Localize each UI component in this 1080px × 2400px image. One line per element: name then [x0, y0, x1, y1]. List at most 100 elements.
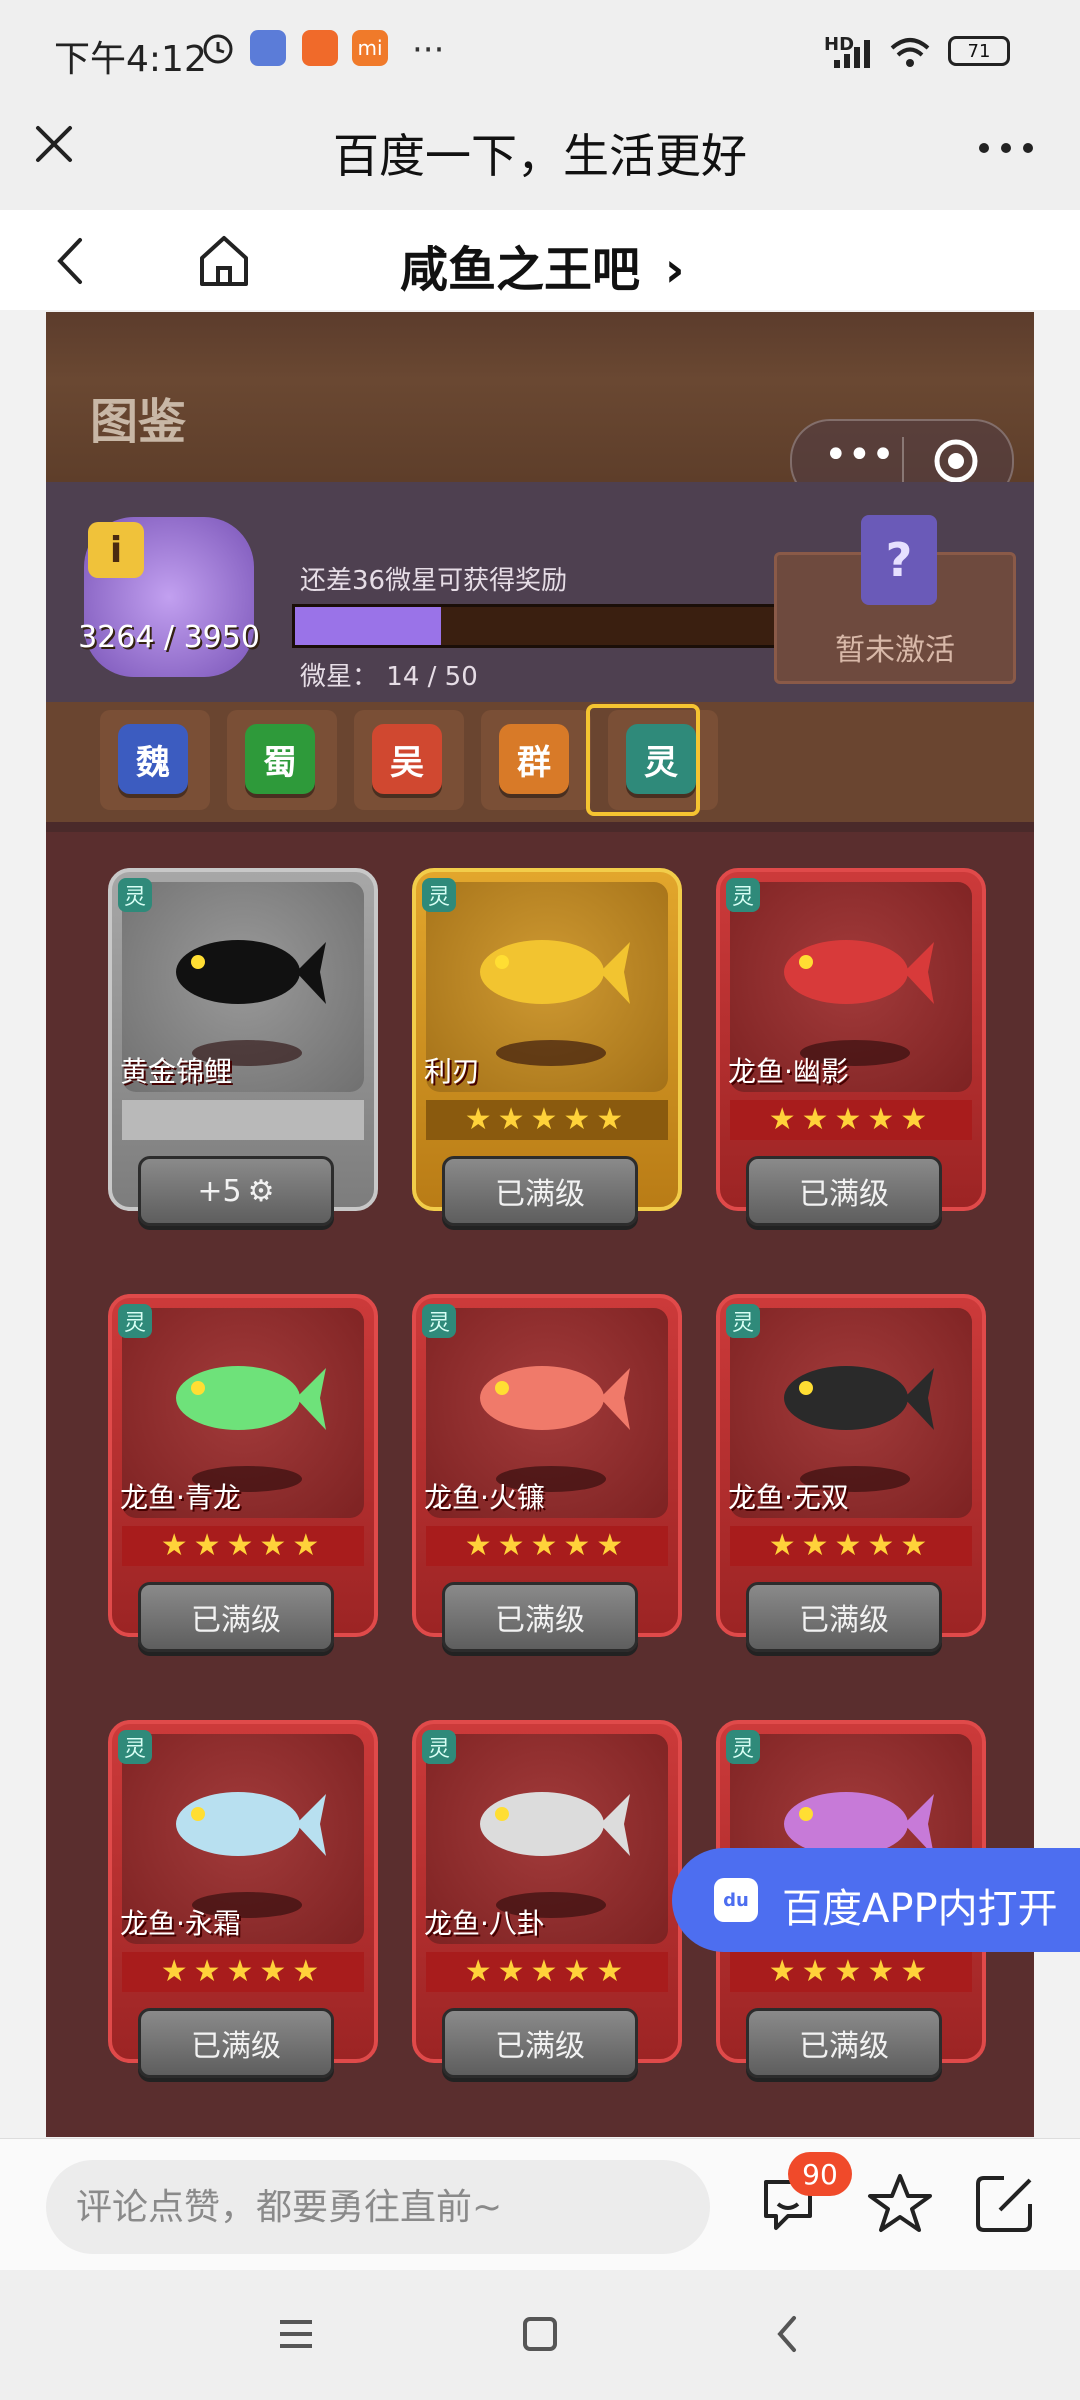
spirit-badge: 灵 [422, 878, 456, 912]
card-action-button[interactable]: 已满级 [442, 1582, 638, 1652]
fish-icon [176, 1366, 326, 1430]
home-icon[interactable] [196, 232, 252, 288]
faction-tab[interactable]: 魏 [100, 710, 210, 810]
spirit-badge: 灵 [422, 1730, 456, 1764]
card-action-label: 已满级 [495, 1603, 585, 1638]
fish-card[interactable]: 灵龙鱼·八卦 ★★★★★ 已满级 [412, 1720, 682, 2078]
faction-tab[interactable]: 吴 [354, 710, 464, 810]
nav-back-icon[interactable] [772, 2312, 802, 2356]
fish-icon [176, 940, 326, 1004]
fish-name: 黄金锦鲤 [120, 1055, 233, 1088]
card-action-button[interactable]: 已满级 [746, 1156, 942, 1226]
battery-icon: 71 [948, 36, 1010, 66]
menu-icon[interactable] [276, 2316, 316, 2352]
share-icon[interactable] [970, 2170, 1038, 2238]
star-band: ★★★★★ [426, 1526, 668, 1566]
more-icon[interactable] [976, 138, 1036, 158]
favorite-icon[interactable] [866, 2170, 934, 2238]
card-action-button[interactable]: 已满级 [138, 1582, 334, 1652]
star-band: ★★★★★ [730, 1100, 972, 1140]
card-action-button[interactable]: 已满级 [442, 2008, 638, 2078]
fish-name: 龙鱼·青龙 [120, 1481, 241, 1514]
star-band: ★★★★★ [730, 1952, 972, 1992]
faction-tab[interactable]: 群 [481, 710, 591, 810]
card-action-label: 已满级 [799, 2029, 889, 2064]
star-rating: ★★★★★ [464, 1102, 630, 1137]
card-action-label: 已满级 [191, 2029, 281, 2064]
spirit-badge: 灵 [118, 1304, 152, 1338]
faction-tab-label: 魏 [118, 724, 188, 794]
star-rating: ★★★★★ [160, 1528, 326, 1563]
card-action-button[interactable]: 已满级 [442, 1156, 638, 1226]
star-rating: ★★★★★ [160, 1954, 326, 1989]
reward-progress-fill [295, 607, 441, 645]
star-band: ★★★★★ [122, 1526, 364, 1566]
fish-card[interactable]: 灵龙鱼·青龙 ★★★★★ 已满级 [108, 1294, 378, 1652]
star-rating: ★★★★★ [768, 1528, 934, 1563]
reward-hint: 还差36微星可获得奖励 [300, 566, 568, 596]
fish-card[interactable]: 灵龙鱼·永霜 ★★★★★ 已满级 [108, 1720, 378, 2078]
fish-icon [784, 940, 934, 1004]
baidu-logo-label: du [723, 1889, 749, 1911]
star-rating: ★★★★★ [464, 1528, 630, 1563]
forum-title-text: 咸鱼之王吧 [400, 242, 641, 298]
star-band [122, 1100, 364, 1140]
baidu-logo-icon: du [714, 1878, 758, 1922]
faction-tab-label: 吴 [372, 724, 442, 794]
info-icon-label: i [109, 529, 123, 571]
fish-icon [480, 1366, 630, 1430]
battery-level: 71 [967, 40, 991, 62]
capsule-divider [902, 437, 904, 485]
mi-notify-icon: mi [352, 30, 388, 66]
card-action-button[interactable]: 已满级 [746, 2008, 942, 2078]
back-icon[interactable] [52, 236, 88, 286]
spirit-badge: 灵 [726, 1304, 760, 1338]
star-rating: ★★★★★ [464, 1954, 630, 1989]
fish-icon [784, 1366, 934, 1430]
stars-value: 14 / 50 [386, 662, 478, 692]
stars-row: 微星： 14 / 50 [300, 656, 478, 693]
fish-card[interactable]: 灵龙鱼·无双 ★★★★★ 已满级 [716, 1294, 986, 1652]
forum-title[interactable]: 咸鱼之王吧 › [400, 230, 685, 300]
fish-card[interactable]: 灵龙鱼·火镰 ★★★★★ 已满级 [412, 1294, 682, 1652]
capsule-close-icon[interactable] [932, 437, 980, 485]
faction-tab[interactable]: 蜀 [227, 710, 337, 810]
browser-title: 百度一下，生活更好 [333, 129, 747, 183]
card-action-label: 已满级 [799, 1177, 889, 1212]
star-rating: ★★★★★ [768, 1102, 934, 1137]
info-icon[interactable]: i [88, 522, 144, 578]
reward-progress [292, 604, 818, 648]
fish-icon [480, 1792, 630, 1856]
card-action-label: 已满级 [495, 1177, 585, 1212]
star-band: ★★★★★ [426, 1952, 668, 1992]
comment-input[interactable] [46, 2160, 710, 2254]
capsule-more-icon[interactable]: ••• [824, 435, 895, 475]
star-band: ★★★★★ [426, 1100, 668, 1140]
fish-name: 龙鱼·火镰 [424, 1481, 545, 1514]
reward-chest-panel[interactable]: ? 暂未激活 [774, 515, 1016, 684]
mystery-box-icon: ? [861, 515, 937, 605]
app-notify-icon-2 [302, 30, 338, 66]
card-action-label: +5 [197, 1173, 242, 1209]
card-action-button[interactable]: 已满级 [138, 2008, 334, 2078]
card-action-button[interactable]: +5 ⚙ [138, 1156, 334, 1226]
wifi-icon [890, 38, 930, 67]
spirit-badge: 灵 [422, 1304, 456, 1338]
fish-name: 利刃 [424, 1055, 481, 1088]
fish-card[interactable]: 灵龙鱼·幽影 ★★★★★ 已满级 [716, 868, 986, 1226]
faction-tab-label: 蜀 [245, 724, 315, 794]
spirit-badge: 灵 [118, 878, 152, 912]
fish-name: 龙鱼·永霜 [120, 1907, 241, 1940]
open-in-app-button[interactable]: du 百度APP内打开 [672, 1848, 1080, 1952]
card-action-label: 已满级 [191, 1603, 281, 1638]
collection-score: 3264 / 3950 [78, 620, 260, 655]
chevron-right-icon: › [664, 242, 685, 298]
fish-icon [176, 1792, 326, 1856]
status-time: 下午4:12 [54, 39, 207, 80]
fish-card[interactable]: 灵黄金锦鲤 +5 ⚙ [108, 868, 378, 1226]
alarm-icon [203, 34, 233, 64]
fish-card[interactable]: 灵利刃 ★★★★★ 已满级 [412, 868, 682, 1226]
square-icon[interactable] [520, 2314, 560, 2354]
star-band: ★★★★★ [730, 1526, 972, 1566]
card-action-button[interactable]: 已满级 [746, 1582, 942, 1652]
